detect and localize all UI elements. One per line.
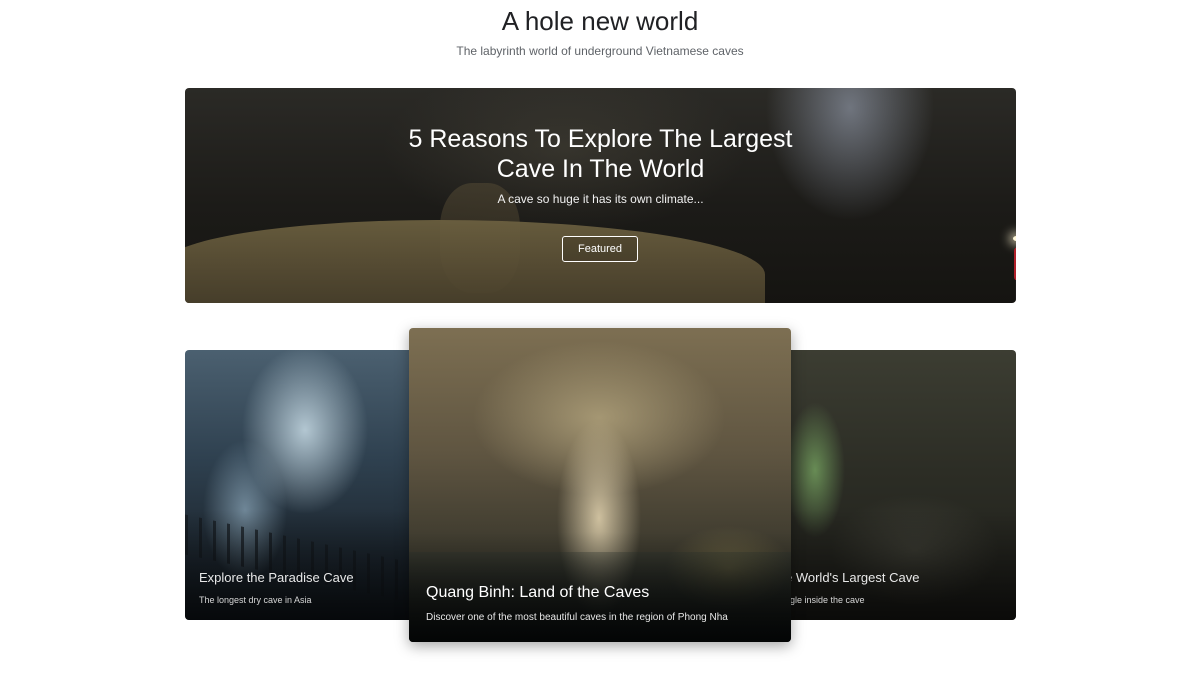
page-title: A hole new world [501, 6, 699, 36]
hero-content: 5 Reasons To Explore The Largest Cave In… [185, 88, 1016, 303]
card-paradise-cave[interactable]: Explore the Paradise Cave The longest dr… [185, 350, 425, 620]
card-title: Quang Binh: Land of the Caves [426, 584, 650, 601]
hero-title[interactable]: 5 Reasons To Explore The Largest Cave In… [185, 124, 1016, 184]
card-largest-cave[interactable]: e World's Largest Cave ngle inside the c… [775, 350, 1016, 620]
card-description: ngle inside the cave [785, 595, 865, 605]
card-description: The longest dry cave in Asia [199, 595, 312, 605]
featured-button[interactable]: Featured [562, 236, 638, 262]
hero-description: A cave so huge it has its own climate... [497, 192, 704, 206]
card-quang-binh[interactable]: Quang Binh: Land of the Caves Discover o… [409, 328, 791, 642]
card-title: Explore the Paradise Cave [199, 570, 354, 585]
card-description: Discover one of the most beautiful caves… [426, 612, 728, 623]
hero-title-line: 5 Reasons To Explore The Largest [408, 125, 793, 153]
card-title: e World's Largest Cave [785, 570, 920, 585]
page-subtitle: The labyrinth world of underground Vietn… [456, 44, 744, 58]
page: A hole new world The labyrinth world of … [0, 0, 1200, 675]
hero-title-line: Cave In The World [496, 155, 705, 183]
